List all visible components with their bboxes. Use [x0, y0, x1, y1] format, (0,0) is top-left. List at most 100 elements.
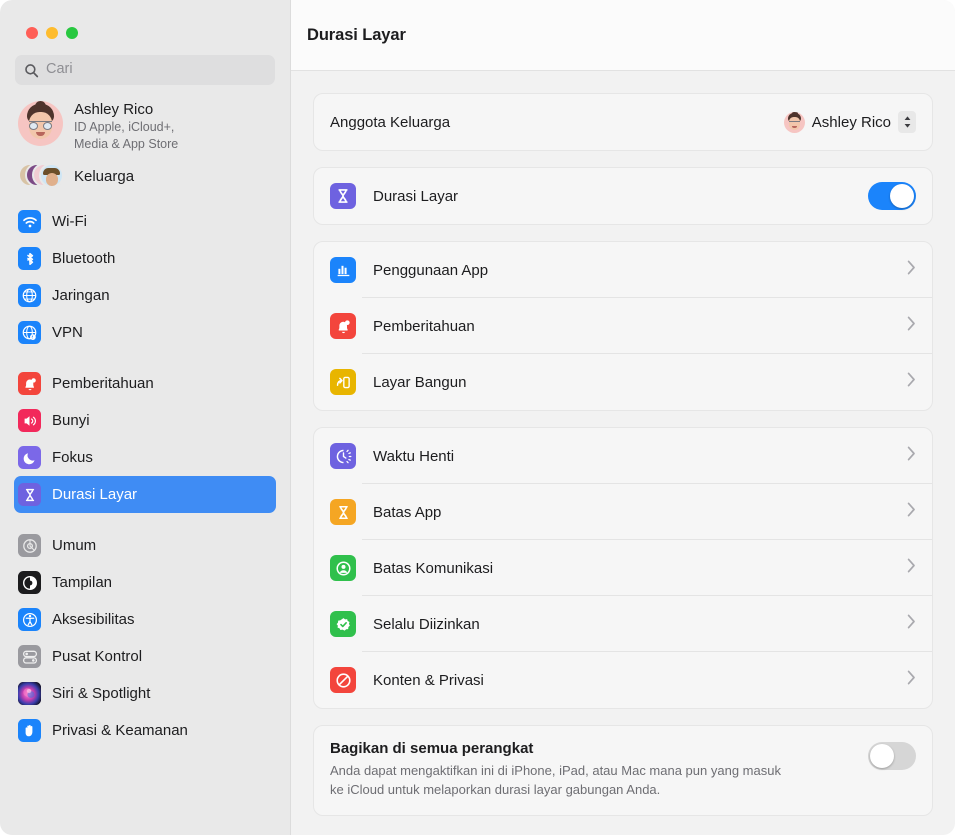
sidebar-item-privacy-security[interactable]: Privasi & Keamanan — [14, 712, 276, 749]
chevron-right-icon — [907, 260, 916, 280]
list-item-label: Batas App — [373, 503, 442, 521]
globe-icon — [18, 284, 41, 307]
list-item-label: Layar Bangun — [373, 373, 467, 391]
system-settings-window: Cari Ashley Rico ID Apple, iCloud+, Medi… — [0, 0, 955, 835]
sidebar-item-label: VPN — [52, 324, 83, 341]
sidebar-item-family[interactable]: Keluarga — [0, 153, 290, 191]
chevron-right-icon — [907, 502, 916, 522]
hand-privacy-icon — [18, 719, 41, 742]
pickups-icon — [330, 369, 356, 395]
family-member-popup-button[interactable]: Ashley Rico — [783, 111, 916, 133]
account-row[interactable]: Ashley Rico ID Apple, iCloud+, Media & A… — [0, 85, 290, 153]
avatar — [18, 101, 63, 146]
sidebar-item-accessibility[interactable]: Aksesibilitas — [14, 601, 276, 638]
screen-time-label: Durasi Layar — [373, 187, 459, 205]
search-field-container: Cari — [0, 39, 290, 85]
sidebar-item-label: Jaringan — [52, 287, 110, 304]
globe-vpn-icon — [18, 321, 41, 344]
list-item-label: Pemberitahuan — [373, 317, 475, 335]
sidebar-item-vpn[interactable]: VPN — [14, 314, 276, 351]
chevron-right-icon — [907, 372, 916, 392]
close-button[interactable] — [26, 27, 38, 39]
chevron-right-icon — [907, 614, 916, 634]
gear-icon — [18, 534, 41, 557]
family-member-label: Anggota Keluarga — [330, 113, 451, 131]
chevron-right-icon — [907, 316, 916, 336]
window-traffic-lights — [0, 0, 290, 39]
accessibility-icon — [18, 608, 41, 631]
screen-time-row: Durasi Layar — [314, 168, 932, 224]
checkmark-seal-icon — [330, 611, 356, 637]
sidebar-group-network: Wi-Fi Bluetooth Jaringan VPN — [0, 191, 290, 351]
list-item-notifications[interactable]: Pemberitahuan — [314, 298, 932, 354]
sidebar-group-general: Umum Tampilan Aksesibilitas Pusat Kontro… — [0, 513, 290, 749]
sidebar-item-label: Aksesibilitas — [52, 611, 135, 628]
sidebar-item-network[interactable]: Jaringan — [14, 277, 276, 314]
list-item-label: Batas Komunikasi — [373, 559, 494, 577]
search-placeholder: Cari — [46, 61, 73, 78]
moon-icon — [18, 446, 41, 469]
sidebar-item-bluetooth[interactable]: Bluetooth — [14, 240, 276, 277]
bar-chart-icon — [330, 257, 356, 283]
sidebar-item-label: Bluetooth — [52, 250, 116, 267]
list-item-communication-limits[interactable]: Batas Komunikasi — [314, 540, 932, 596]
list-item-downtime[interactable]: Waktu Henti — [314, 428, 932, 484]
sidebar-item-siri-spotlight[interactable]: Siri & Spotlight — [14, 675, 276, 712]
search-icon — [24, 63, 39, 78]
list-item-label: Konten & Privasi — [373, 671, 484, 689]
titlebar: Durasi Layar — [291, 0, 955, 71]
minimize-button[interactable] — [46, 27, 58, 39]
list-item-pickups[interactable]: Layar Bangun — [314, 354, 932, 410]
zoom-button[interactable] — [66, 27, 78, 39]
control-center-icon — [18, 645, 41, 668]
sidebar-item-wifi[interactable]: Wi-Fi — [14, 203, 276, 240]
page-title: Durasi Layar — [307, 25, 406, 44]
sidebar-item-label: Durasi Layar — [52, 486, 138, 503]
chevron-right-icon — [907, 446, 916, 466]
list-item-app-usage[interactable]: Penggunaan App — [314, 242, 932, 298]
hourglass-icon — [330, 183, 356, 209]
share-across-devices-description-line1: Anda dapat mengaktifkan ini di iPhone, i… — [330, 763, 781, 778]
sidebar: Cari Ashley Rico ID Apple, iCloud+, Medi… — [0, 0, 290, 835]
appearance-icon — [18, 571, 41, 594]
bell-icon — [330, 313, 356, 339]
share-across-devices-title: Bagikan di semua perangkat — [330, 740, 534, 757]
sidebar-item-screen-time[interactable]: Durasi Layar — [14, 476, 276, 513]
sidebar-item-appearance[interactable]: Tampilan — [14, 564, 276, 601]
account-subtitle-line2: Media & App Store — [74, 137, 179, 151]
share-across-devices-description-line2: ke iCloud untuk melaporkan durasi layar … — [330, 782, 661, 797]
share-across-devices-toggle[interactable] — [868, 742, 916, 770]
sidebar-item-control-center[interactable]: Pusat Kontrol — [14, 638, 276, 675]
chevron-right-icon — [907, 558, 916, 578]
screen-time-card: Durasi Layar — [313, 167, 933, 225]
usage-group-card: Penggunaan App Pemberitahuan Layar Bangu… — [313, 241, 933, 411]
wifi-icon — [18, 210, 41, 233]
family-avatars-icon — [18, 162, 64, 190]
family-member-row[interactable]: Anggota Keluarga Ashley Rico — [314, 94, 932, 150]
bell-icon — [18, 372, 41, 395]
bluetooth-icon — [18, 247, 41, 270]
sidebar-item-label: Pusat Kontrol — [52, 648, 143, 665]
chevron-up-down-icon — [898, 111, 916, 133]
sidebar-item-label: Umum — [52, 537, 97, 554]
screen-time-toggle[interactable] — [868, 182, 916, 210]
list-item-content-privacy[interactable]: Konten & Privasi — [314, 652, 932, 708]
sidebar-item-label: Bunyi — [52, 412, 90, 429]
account-name: Ashley Rico — [74, 101, 154, 118]
list-item-label: Selalu Diizinkan — [373, 615, 480, 633]
hourglass-icon — [18, 483, 41, 506]
main-pane: Durasi Layar Anggota Keluarga Ashley Ric… — [290, 0, 955, 835]
list-item-app-limits[interactable]: Batas App — [314, 484, 932, 540]
share-across-devices-card: Bagikan di semua perangkat Anda dapat me… — [313, 725, 933, 816]
sidebar-item-sound[interactable]: Bunyi — [14, 402, 276, 439]
chevron-right-icon — [907, 670, 916, 690]
sidebar-item-label: Tampilan — [52, 574, 113, 591]
sidebar-item-notifications[interactable]: Pemberitahuan — [14, 365, 276, 402]
sidebar-item-general[interactable]: Umum — [14, 527, 276, 564]
search-input[interactable]: Cari — [15, 55, 275, 85]
list-item-always-allowed[interactable]: Selalu Diizinkan — [314, 596, 932, 652]
sidebar-item-focus[interactable]: Fokus — [14, 439, 276, 476]
no-entry-icon — [330, 667, 356, 693]
siri-icon — [18, 682, 41, 705]
sidebar-item-label: Privasi & Keamanan — [52, 722, 188, 739]
